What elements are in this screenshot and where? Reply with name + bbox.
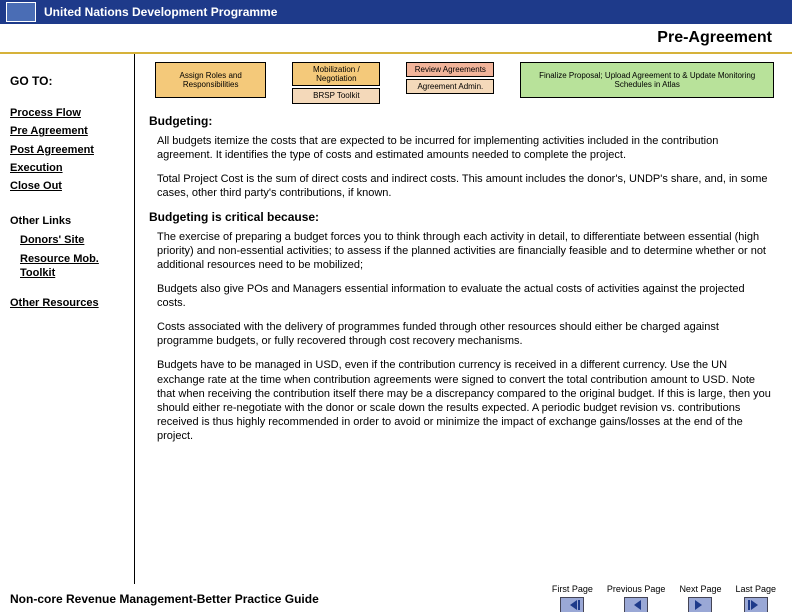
sublink-donors-site[interactable]: Donors' Site bbox=[20, 233, 128, 247]
page-nav: First Page Previous Page Next Page Last … bbox=[552, 585, 776, 612]
nav-prev[interactable]: Previous Page bbox=[607, 585, 666, 612]
sidebar: GO TO: Process Flow Pre Agreement Post A… bbox=[0, 54, 135, 584]
flow-box-review-agreements[interactable]: Review Agreements bbox=[406, 62, 494, 77]
nav-first-label: First Page bbox=[552, 585, 593, 594]
para-4: Budgets also give POs and Managers essen… bbox=[157, 282, 774, 310]
sidebar-link-post-agreement[interactable]: Post Agreement bbox=[10, 143, 128, 157]
nav-last-label: Last Page bbox=[735, 585, 776, 594]
app-header: United Nations Development Programme bbox=[0, 0, 792, 24]
main-area: GO TO: Process Flow Pre Agreement Post A… bbox=[0, 54, 792, 584]
content-area: Assign Roles and Responsibilities Mobili… bbox=[135, 54, 792, 584]
sublink-resource-mob-toolkit[interactable]: Resource Mob. Toolkit bbox=[20, 252, 128, 281]
para-2: Total Project Cost is the sum of direct … bbox=[157, 172, 774, 200]
nav-next[interactable]: Next Page bbox=[679, 585, 721, 612]
sidebar-link-pre-agreement[interactable]: Pre Agreement bbox=[10, 124, 128, 138]
first-page-icon bbox=[560, 597, 584, 612]
next-page-icon bbox=[688, 597, 712, 612]
nav-first[interactable]: First Page bbox=[552, 585, 593, 612]
footer-doc-title: Non-core Revenue Management-Better Pract… bbox=[10, 592, 319, 606]
subheading-critical: Budgeting is critical because: bbox=[149, 210, 774, 224]
flow-col-2: Mobilization / Negotiation BRSP Toolkit bbox=[292, 62, 380, 104]
other-links-label: Other Links bbox=[10, 215, 128, 227]
nav-prev-label: Previous Page bbox=[607, 585, 666, 594]
flow-col-4: Finalize Proposal; Upload Agreement to &… bbox=[520, 62, 774, 104]
undp-logo bbox=[6, 2, 36, 22]
flow-col-1: Assign Roles and Responsibilities bbox=[155, 62, 266, 104]
flow-box-assign-roles[interactable]: Assign Roles and Responsibilities bbox=[155, 62, 266, 98]
nav-last[interactable]: Last Page bbox=[735, 585, 776, 612]
footer: Non-core Revenue Management-Better Pract… bbox=[0, 584, 792, 612]
process-flow-row: Assign Roles and Responsibilities Mobili… bbox=[155, 62, 774, 104]
nav-next-label: Next Page bbox=[679, 585, 721, 594]
last-page-icon bbox=[744, 597, 768, 612]
sidebar-link-close-out[interactable]: Close Out bbox=[10, 179, 128, 193]
flow-box-mobilization[interactable]: Mobilization / Negotiation bbox=[292, 62, 380, 86]
heading-budgeting: Budgeting: bbox=[149, 114, 774, 128]
sidebar-link-other-resources[interactable]: Other Resources bbox=[10, 296, 128, 310]
flow-box-brsp[interactable]: BRSP Toolkit bbox=[292, 88, 380, 103]
flow-box-agreement-admin[interactable]: Agreement Admin. bbox=[406, 79, 494, 94]
para-1: All budgets itemize the costs that are e… bbox=[157, 134, 774, 162]
prev-page-icon bbox=[624, 597, 648, 612]
para-6: Budgets have to be managed in USD, even … bbox=[157, 358, 774, 442]
title-row: Pre-Agreement bbox=[0, 24, 792, 54]
sidebar-link-execution[interactable]: Execution bbox=[10, 161, 128, 175]
goto-label: GO TO: bbox=[10, 74, 128, 88]
org-name: United Nations Development Programme bbox=[44, 5, 277, 19]
para-3: The exercise of preparing a budget force… bbox=[157, 230, 774, 272]
flow-box-finalize[interactable]: Finalize Proposal; Upload Agreement to &… bbox=[520, 62, 774, 98]
flow-col-3: Review Agreements Agreement Admin. bbox=[406, 62, 494, 104]
page-title: Pre-Agreement bbox=[657, 29, 792, 47]
para-5: Costs associated with the delivery of pr… bbox=[157, 320, 774, 348]
sidebar-link-process-flow[interactable]: Process Flow bbox=[10, 106, 128, 120]
